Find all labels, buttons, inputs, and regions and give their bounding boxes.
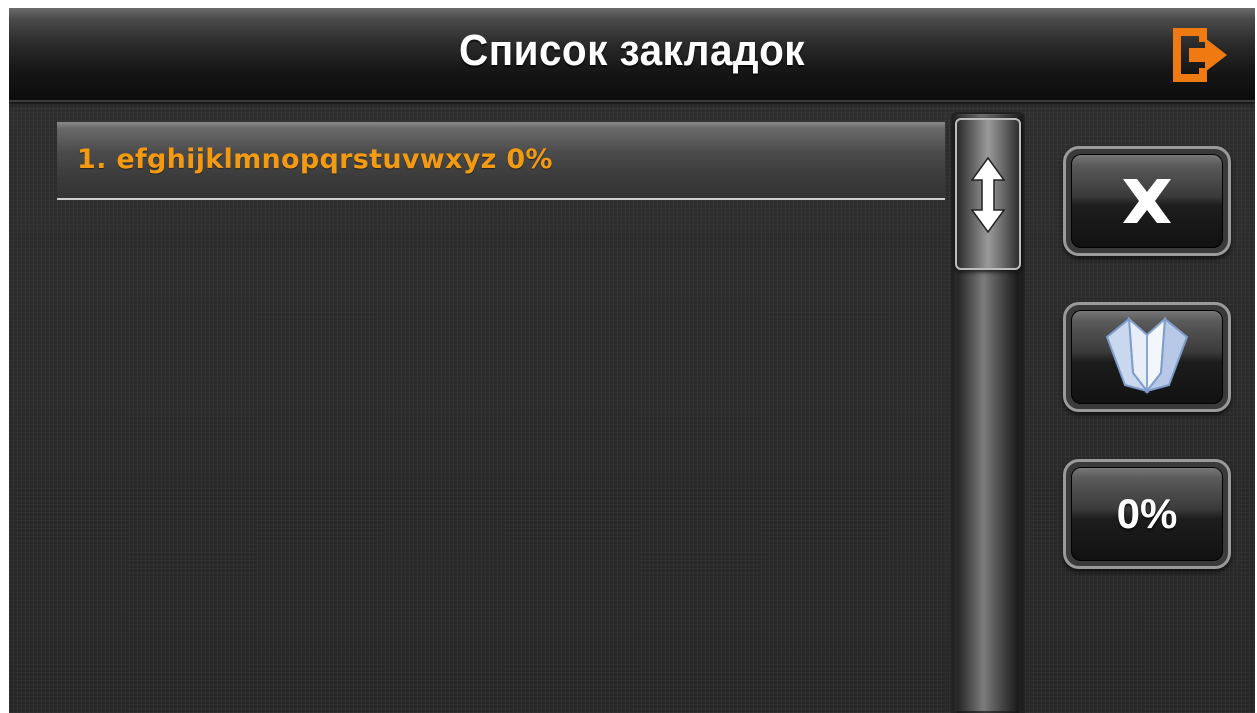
close-x-icon <box>1123 179 1171 223</box>
delete-button-glyph <box>1066 149 1228 253</box>
scroll-track[interactable] <box>957 272 1019 713</box>
open-bookmark-button-glyph <box>1066 305 1228 409</box>
scroll-thumb[interactable] <box>955 118 1021 270</box>
percent-label: 0% <box>1116 490 1178 537</box>
exit-door-icon <box>1173 28 1227 82</box>
bookmarks-screen: Список закладок 1. efghijklmnopqrstuvwxy… <box>9 8 1255 713</box>
bookmark-list: 1. efghijklmnopqrstuvwxyz 0% <box>57 122 949 712</box>
delete-button[interactable] <box>1063 146 1231 256</box>
percent-button-glyph: 0% <box>1066 462 1228 566</box>
title-bar: Список закладок <box>9 8 1255 102</box>
bookmark-label: 1. efghijklmnopqrstuvwxyz 0% <box>77 144 553 175</box>
open-bookmark-button[interactable] <box>1063 302 1231 412</box>
open-book-icon <box>1105 316 1189 394</box>
up-down-arrow-icon <box>970 156 1006 234</box>
scrollbar[interactable] <box>951 112 1025 713</box>
percent-button[interactable]: 0% <box>1063 459 1231 569</box>
page-title: Список закладок <box>458 26 805 75</box>
exit-button[interactable] <box>1167 24 1231 86</box>
list-item[interactable]: 1. efghijklmnopqrstuvwxyz 0% <box>57 122 945 200</box>
